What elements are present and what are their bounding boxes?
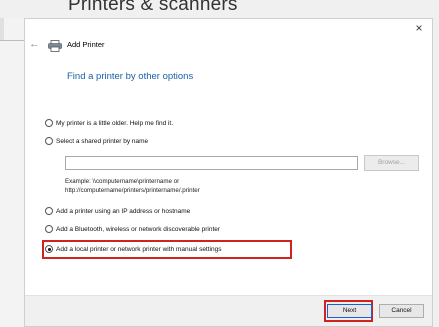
- settings-sidebar: [0, 18, 24, 327]
- option-shared-printer[interactable]: Select a shared printer by name: [45, 137, 148, 145]
- shared-printer-path-input[interactable]: [65, 156, 358, 170]
- radio-button[interactable]: [45, 207, 53, 215]
- radio-button[interactable]: [45, 225, 53, 233]
- example-line-1: Example: \\computername\printername or: [65, 178, 180, 185]
- next-button[interactable]: Next: [327, 304, 372, 318]
- example-text: Example: \\computername\printername or h…: [65, 178, 200, 195]
- back-arrow-icon[interactable]: ←: [29, 38, 40, 50]
- radio-button[interactable]: [45, 119, 53, 127]
- example-line-2: http://computername/printers/printername…: [65, 186, 200, 194]
- browse-button[interactable]: Browse...: [364, 155, 419, 171]
- annotation-highlight-box: [42, 240, 292, 259]
- option-label: Add a Bluetooth, wireless or network dis…: [56, 225, 221, 233]
- radio-button[interactable]: [45, 137, 53, 145]
- option-ip-address[interactable]: Add a printer using an IP address or hos…: [45, 207, 190, 215]
- printer-icon: [48, 40, 62, 52]
- dialog-footer: Next Cancel: [25, 295, 432, 326]
- option-label: Add a printer using an IP address or hos…: [56, 207, 191, 215]
- cancel-button[interactable]: Cancel: [379, 304, 424, 318]
- section-heading: Find a printer by other options: [67, 71, 194, 82]
- sidebar-divider: [0, 40, 24, 41]
- option-older-printer[interactable]: My printer is a little older. Help me fi…: [45, 119, 173, 127]
- option-label: Select a shared printer by name: [56, 137, 149, 145]
- add-printer-dialog: × ← Add Printer Find a printer by other …: [24, 18, 433, 327]
- dialog-title: Add Printer: [67, 40, 105, 49]
- option-label: My printer is a little older. Help me fi…: [56, 119, 174, 127]
- close-icon[interactable]: ×: [411, 20, 427, 36]
- sidebar-selection-bar: [0, 18, 4, 40]
- option-bluetooth-wireless[interactable]: Add a Bluetooth, wireless or network dis…: [45, 225, 220, 233]
- settings-page-title: Printers & scanners: [68, 0, 238, 15]
